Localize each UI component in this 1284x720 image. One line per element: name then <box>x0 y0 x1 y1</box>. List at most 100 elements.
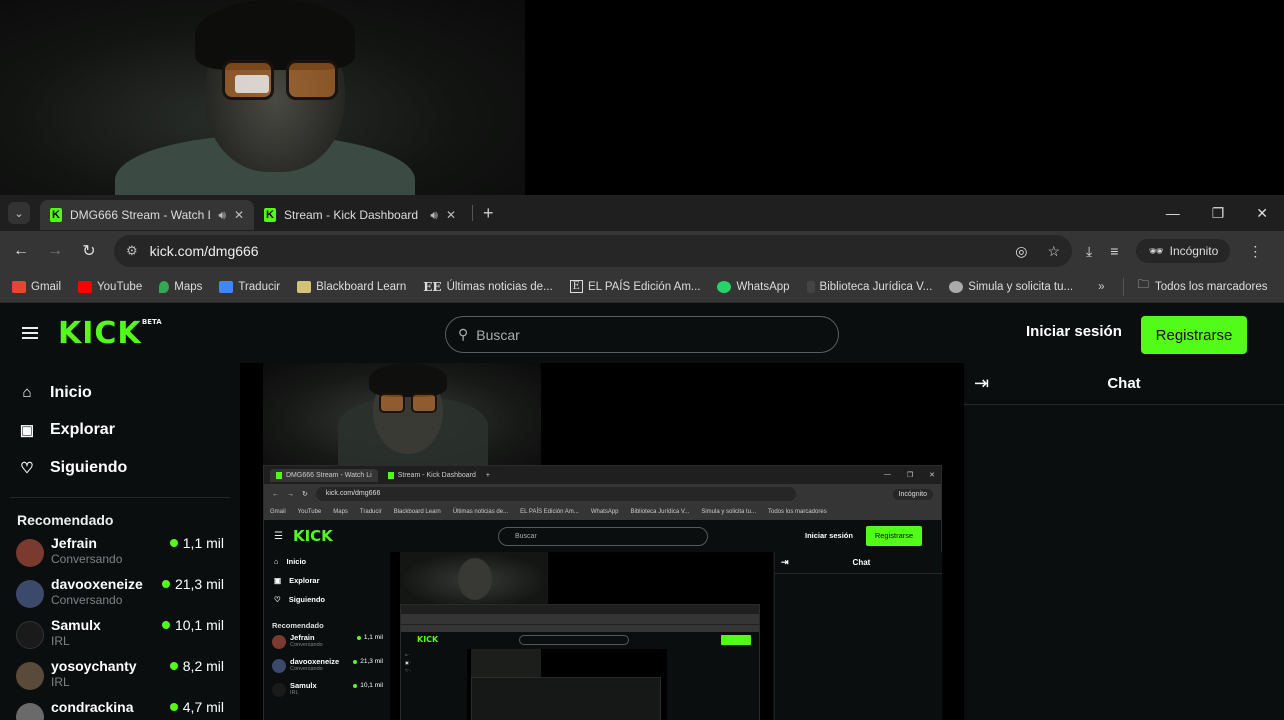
tab-kick-dashboard[interactable]: K Stream - Kick Dashboard 🔊︎ ✕ <box>254 200 466 230</box>
webcam-overlay <box>0 0 525 195</box>
search-input[interactable]: ⚲ Buscar <box>445 316 839 353</box>
beta-badge: BETA <box>141 317 162 326</box>
viewer-count: 21,3 mil <box>161 576 224 592</box>
window-controls: — ❐ ✕ <box>1166 205 1268 222</box>
bookmark-simula[interactable]: Simula y solicita tu... <box>949 280 1073 293</box>
folder-icon: 🗀 <box>1137 279 1150 291</box>
nested-webcam <box>263 363 541 468</box>
chat-title: Chat <box>1107 375 1141 392</box>
restore-icon[interactable]: ❐ <box>1212 205 1225 222</box>
speaker-icon[interactable]: 🔊︎ <box>218 208 226 223</box>
tab-search-button[interactable]: ⌄ <box>8 202 30 224</box>
url-text[interactable]: kick.com/dmg666 <box>150 243 259 259</box>
menu-kebab-icon[interactable]: ⋮ <box>1248 243 1262 260</box>
eye-off-icon[interactable]: ◎ <box>1015 243 1027 260</box>
tab-title: DMG666 Stream - Watch Li <box>70 208 211 222</box>
recommended-channel[interactable]: davooxeneize Conversando 21,3 mil <box>0 575 240 616</box>
stream-player[interactable]: DMG666 Stream - Watch Li Stream - Kick D… <box>241 363 964 720</box>
kick-header: KICK BETA ⚲ Buscar Iniciar sesión Registr… <box>0 303 1284 363</box>
more-bookmarks-icon[interactable]: » <box>1098 281 1104 293</box>
site-info-icon[interactable]: ⚙ <box>126 243 138 259</box>
screen: ⌄ K DMG666 Stream - Watch Li 🔊︎ ✕ K Stre… <box>0 0 1284 720</box>
book-icon <box>806 280 815 293</box>
hamburger-menu-icon[interactable] <box>22 324 38 342</box>
bookmarks-bar: Gmail YouTube Maps Traducir Blackboard L… <box>0 271 1284 303</box>
signup-button[interactable]: Registrarse <box>1141 316 1247 354</box>
reload-icon[interactable]: ↻ <box>72 241 106 261</box>
el-pais-icon: E <box>569 280 583 293</box>
close-tab-icon[interactable]: ✕ <box>446 208 456 222</box>
kick-logo[interactable]: KICK BETA <box>58 316 162 351</box>
search-icon: ⚲ <box>458 326 469 342</box>
viewer-count: 10,1 mil <box>161 617 224 633</box>
address-bar[interactable]: ⚙ kick.com/dmg666 ◎ ☆ <box>114 235 1072 267</box>
tab-dmg666[interactable]: K DMG666 Stream - Watch Li 🔊︎ ✕ <box>40 200 254 230</box>
globe-icon <box>949 280 964 293</box>
kick-favicon-icon: K <box>264 208 276 222</box>
bookmark-biblioteca[interactable]: Biblioteca Jurídica V... <box>806 280 932 293</box>
forward-icon[interactable]: → <box>38 242 72 260</box>
sidebar-item-siguiendo[interactable]: ♡ Siguiendo <box>0 449 240 487</box>
tab-strip: ⌄ K DMG666 Stream - Watch Li 🔊︎ ✕ K Stre… <box>0 195 1284 231</box>
divider <box>10 496 230 498</box>
sidebar: ⌂ Inicio ▣ Explorar ♡ Siguiendo Recomend… <box>0 363 240 720</box>
bookmark-gmail[interactable]: Gmail <box>12 280 61 293</box>
glasses <box>222 60 342 102</box>
bookmark-el-pais[interactable]: E EL PAÍS Edición Am... <box>569 280 700 293</box>
explore-icon: ▣ <box>19 422 35 440</box>
heart-icon: ♡ <box>20 459 34 477</box>
incognito-icon: 🕶︎ <box>1148 244 1164 258</box>
live-dot-icon <box>161 620 170 629</box>
bookmark-ultimas-noticias[interactable]: EE Últimas noticias de... <box>423 280 552 294</box>
back-icon[interactable]: ← <box>4 242 38 260</box>
download-icon[interactable]: ⤓ <box>1086 243 1092 260</box>
bookmark-maps[interactable]: Maps <box>159 280 202 293</box>
tab-title: Stream - Kick Dashboard <box>284 208 419 222</box>
blackboard-icon <box>297 280 312 293</box>
recommended-channel[interactable]: condrackina 4,7 mil <box>0 698 240 720</box>
sidebar-item-explorar[interactable]: ▣ Explorar <box>0 412 240 450</box>
kick-favicon-icon: K <box>50 208 62 222</box>
all-bookmarks-folder[interactable]: 🗀 Todos los marcadores <box>1122 277 1268 296</box>
viewer-count: 8,2 mil <box>169 658 224 674</box>
bookmark-youtube[interactable]: YouTube <box>78 280 142 293</box>
viewer-count: 1,1 mil <box>169 535 224 551</box>
recommended-channel[interactable]: Jefrain Conversando 1,1 mil <box>0 534 240 575</box>
bookmark-whatsapp[interactable]: WhatsApp <box>717 280 790 293</box>
nested-browser-capture: DMG666 Stream - Watch Li Stream - Kick D… <box>263 465 942 720</box>
speaker-icon[interactable]: 🔊︎ <box>430 208 438 223</box>
bookmark-star-icon[interactable]: ☆ <box>1047 243 1060 260</box>
login-button[interactable]: Iniciar sesión <box>1026 323 1122 340</box>
ee-logo-icon: EE <box>423 279 442 294</box>
browser-toolbar: ← → ↻ ⚙ kick.com/dmg666 ◎ ☆ ⤓ ≡ 🕶︎ Incóg… <box>0 231 1284 271</box>
youtube-icon <box>78 280 93 293</box>
chat-header: ⇥ Chat <box>964 363 1284 405</box>
live-dot-icon <box>169 661 178 670</box>
avatar <box>16 620 44 649</box>
bookmark-traducir[interactable]: Traducir <box>219 280 280 293</box>
gmail-icon <box>12 280 26 293</box>
close-window-icon[interactable]: ✕ <box>1256 205 1268 222</box>
new-tab-button[interactable]: + <box>483 203 494 224</box>
whatsapp-icon <box>717 280 732 293</box>
live-dot-icon <box>169 702 178 711</box>
media-control-icon[interactable]: ≡ <box>1110 243 1118 259</box>
sidebar-item-inicio[interactable]: ⌂ Inicio <box>0 374 240 412</box>
recommended-channel[interactable]: Samulx IRL 10,1 mil <box>0 616 240 657</box>
minimize-icon[interactable]: — <box>1166 205 1180 222</box>
viewer-count: 4,7 mil <box>169 699 224 715</box>
avatar <box>16 538 44 567</box>
close-tab-icon[interactable]: ✕ <box>234 208 244 222</box>
home-icon: ⌂ <box>22 384 32 402</box>
incognito-badge[interactable]: 🕶︎ Incógnito <box>1136 239 1231 263</box>
chat-panel: ⇥ Chat <box>964 363 1284 720</box>
bookmark-blackboard[interactable]: Blackboard Learn <box>297 280 406 293</box>
recommended-channel[interactable]: yosoychanty IRL 8,2 mil <box>0 657 240 698</box>
live-dot-icon <box>161 579 170 588</box>
avatar <box>16 661 44 690</box>
maps-icon <box>159 280 170 293</box>
translate-icon <box>219 280 234 293</box>
live-dot-icon <box>169 538 178 547</box>
recommended-heading: Recomendado <box>17 511 114 528</box>
avatar <box>16 702 44 720</box>
